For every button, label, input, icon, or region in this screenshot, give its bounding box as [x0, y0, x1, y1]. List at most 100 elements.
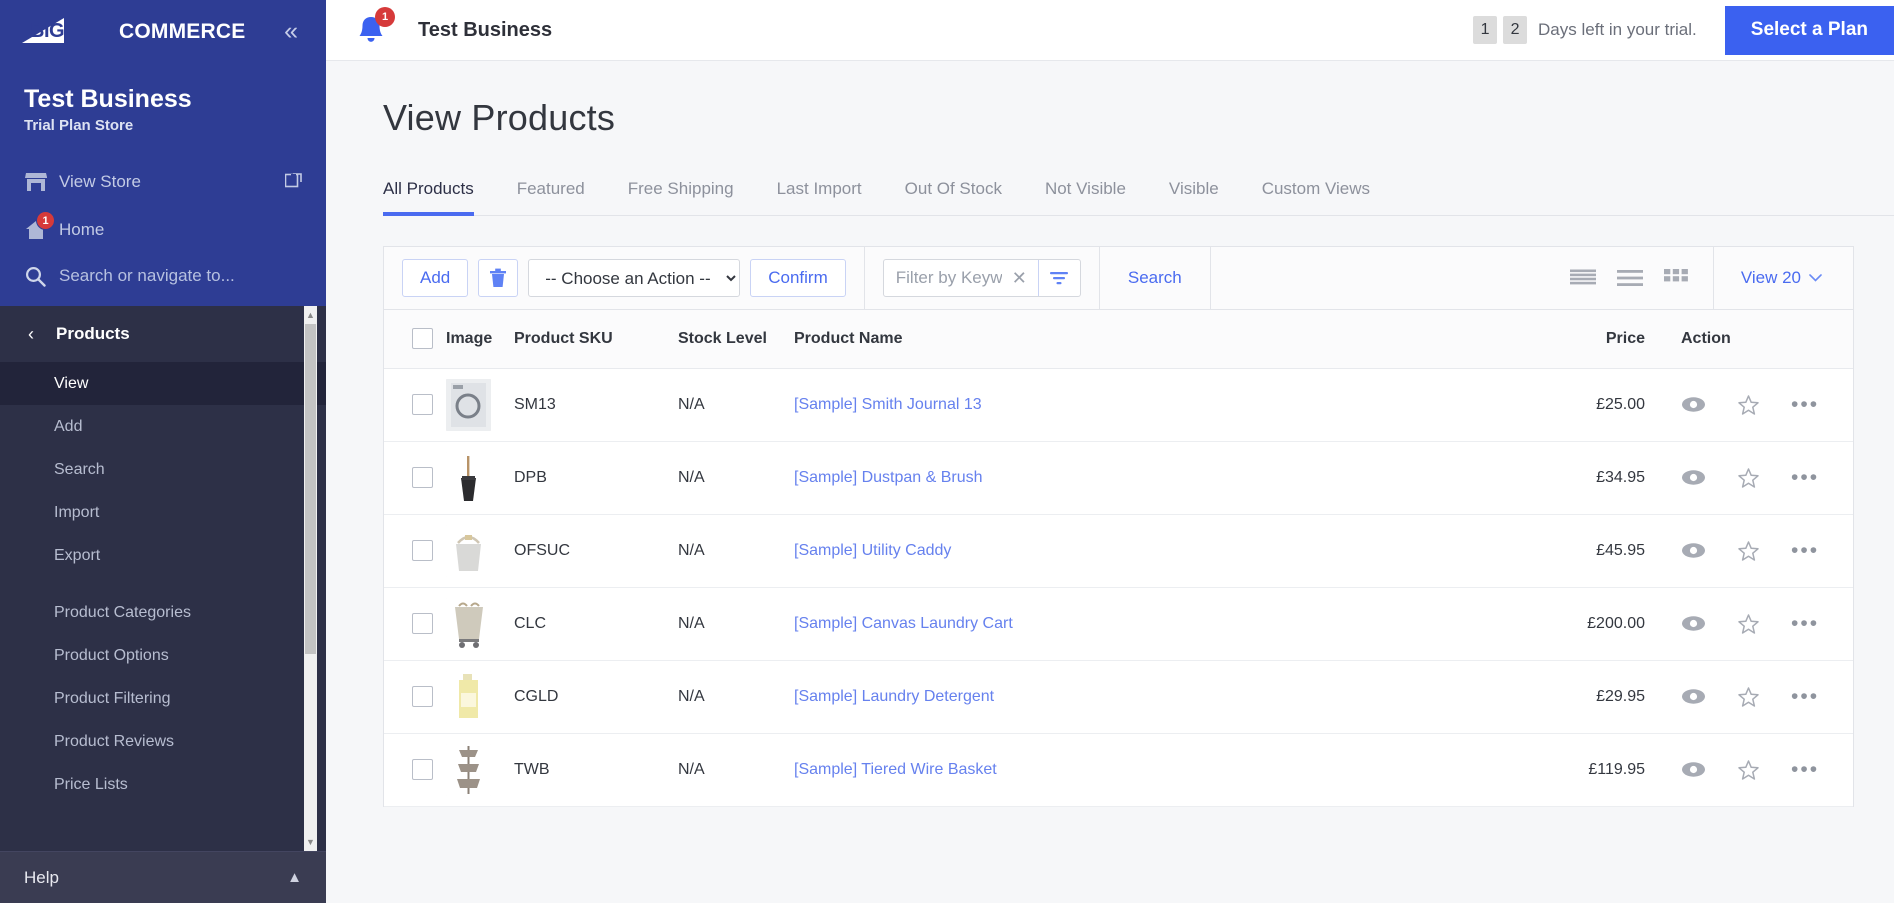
column-header-price: Price [1513, 310, 1653, 368]
nav-item-label: View [54, 375, 88, 393]
sidebar-search[interactable]: Search or navigate to... [0, 254, 326, 302]
row-checkbox[interactable] [412, 467, 433, 488]
row-image-cell [446, 514, 514, 587]
nav-item-label: Product Filtering [54, 690, 171, 708]
preview-eye-icon[interactable] [1681, 761, 1706, 778]
row-checkbox[interactable] [412, 613, 433, 634]
chevron-up-icon: ▲ [287, 869, 302, 886]
tab-all-products[interactable]: All Products [383, 179, 474, 216]
search-button[interactable]: Search [1100, 268, 1210, 288]
row-more-actions-icon[interactable]: ••• [1791, 759, 1819, 780]
sidebar-item-home[interactable]: 1 Home [0, 206, 326, 254]
preview-eye-icon[interactable] [1681, 688, 1706, 705]
product-name-link[interactable]: [Sample] Dustpan & Brush [794, 469, 983, 486]
nav-item-label: Product Options [54, 647, 169, 665]
list-comfortable-icon[interactable] [1617, 269, 1643, 287]
tab-not-visible[interactable]: Not Visible [1045, 179, 1126, 216]
nav-item-label: Export [54, 547, 100, 565]
favorite-star-icon[interactable] [1738, 395, 1759, 415]
list-compact-icon[interactable] [1570, 269, 1596, 287]
sidebar-item-search[interactable]: Search [0, 448, 326, 491]
row-action-cell: ••• [1653, 441, 1853, 514]
row-action-cell: ••• [1653, 733, 1853, 806]
bigcommerce-logo[interactable]: BIG COMMERCE [22, 18, 245, 44]
sidebar-help[interactable]: Help ▲ [0, 851, 326, 903]
store-icon [25, 172, 59, 192]
filter-icon [1049, 270, 1069, 286]
delete-button[interactable] [478, 259, 518, 297]
product-name-link[interactable]: [Sample] Laundry Detergent [794, 688, 994, 705]
product-name-link[interactable]: [Sample] Canvas Laundry Cart [794, 615, 1013, 632]
notifications-button[interactable]: 1 [356, 14, 386, 46]
tab-out-of-stock[interactable]: Out Of Stock [905, 179, 1002, 216]
row-checkbox[interactable] [412, 686, 433, 707]
scroll-down-arrow-icon[interactable]: ▼ [304, 833, 317, 851]
add-product-button[interactable]: Add [402, 259, 468, 297]
row-sku-cell: SM13 [514, 368, 678, 441]
sidebar-item-label: View Store [59, 172, 141, 192]
row-name-cell: [Sample] Laundry Detergent [794, 660, 1513, 733]
trial-message: Days left in your trial. [1538, 20, 1697, 40]
products-table: Image Product SKU Stock Level Product Na… [384, 310, 1853, 807]
product-name-link[interactable]: [Sample] Tiered Wire Basket [794, 761, 997, 778]
sidebar-item-product-filtering[interactable]: Product Filtering [0, 677, 326, 720]
sidebar-item-view[interactable]: View [0, 362, 326, 405]
scrollbar-thumb[interactable] [305, 324, 316, 654]
row-checkbox[interactable] [412, 759, 433, 780]
sidebar-item-import[interactable]: Import [0, 491, 326, 534]
nav-item-label: Search [54, 461, 105, 479]
preview-eye-icon[interactable] [1681, 542, 1706, 559]
nav-back-products[interactable]: ‹ Products [0, 306, 326, 362]
favorite-star-icon[interactable] [1738, 687, 1759, 707]
row-more-actions-icon[interactable]: ••• [1791, 686, 1819, 707]
clear-filter-icon[interactable]: ✕ [1010, 268, 1038, 289]
tab-free-shipping[interactable]: Free Shipping [628, 179, 734, 216]
favorite-star-icon[interactable] [1738, 614, 1759, 634]
favorite-star-icon[interactable] [1738, 541, 1759, 561]
sidebar-item-add[interactable]: Add [0, 405, 326, 448]
scroll-up-arrow-icon[interactable]: ▲ [304, 306, 317, 324]
row-checkbox[interactable] [412, 540, 433, 561]
collapse-sidebar-button[interactable]: « [280, 17, 302, 46]
filter-keyword-input[interactable] [884, 260, 1010, 296]
row-action-cell: ••• [1653, 368, 1853, 441]
bulk-action-select[interactable]: -- Choose an Action -- [528, 259, 740, 297]
column-label: Product Name [794, 330, 1513, 348]
select-all-checkbox[interactable] [412, 328, 433, 349]
row-more-actions-icon[interactable]: ••• [1791, 540, 1819, 561]
preview-eye-icon[interactable] [1681, 469, 1706, 486]
select-a-plan-button[interactable]: Select a Plan [1725, 6, 1894, 55]
row-checkbox[interactable] [412, 394, 433, 415]
preview-eye-icon[interactable] [1681, 615, 1706, 632]
sidebar-item-price-lists[interactable]: Price Lists [0, 763, 326, 806]
tab-custom-views[interactable]: Custom Views [1262, 179, 1370, 216]
row-stock-cell: N/A [678, 660, 794, 733]
preview-eye-icon[interactable] [1681, 396, 1706, 413]
sidebar-item-label: Home [59, 220, 104, 240]
row-more-actions-icon[interactable]: ••• [1791, 394, 1819, 415]
main-content: View Products All Products Featured Free… [326, 61, 1894, 903]
sidebar-scrollbar[interactable]: ▲ ▼ [304, 306, 317, 851]
sidebar-search-placeholder: Search or navigate to... [59, 266, 235, 286]
confirm-button[interactable]: Confirm [750, 259, 846, 297]
favorite-star-icon[interactable] [1738, 760, 1759, 780]
favorite-star-icon[interactable] [1738, 468, 1759, 488]
view-count-dropdown[interactable]: View 20 [1714, 268, 1853, 288]
row-name-cell: [Sample] Dustpan & Brush [794, 441, 1513, 514]
sidebar-item-export[interactable]: Export [0, 534, 326, 577]
sidebar-item-product-reviews[interactable]: Product Reviews [0, 720, 326, 763]
grid-icon[interactable] [1664, 269, 1688, 287]
tab-last-import[interactable]: Last Import [777, 179, 862, 216]
product-name-link[interactable]: [Sample] Utility Caddy [794, 542, 951, 559]
row-more-actions-icon[interactable]: ••• [1791, 613, 1819, 634]
trial-digit-ones: 2 [1503, 16, 1527, 44]
sidebar-item-product-options[interactable]: Product Options [0, 634, 326, 677]
tab-visible[interactable]: Visible [1169, 179, 1219, 216]
sidebar-item-view-store[interactable]: View Store [0, 158, 326, 206]
product-name-link[interactable]: [Sample] Smith Journal 13 [794, 396, 982, 413]
tab-featured[interactable]: Featured [517, 179, 585, 216]
advanced-filter-button[interactable] [1038, 259, 1080, 297]
sidebar-item-product-categories[interactable]: Product Categories [0, 591, 326, 634]
row-price-cell: £200.00 [1513, 587, 1653, 660]
row-more-actions-icon[interactable]: ••• [1791, 467, 1819, 488]
